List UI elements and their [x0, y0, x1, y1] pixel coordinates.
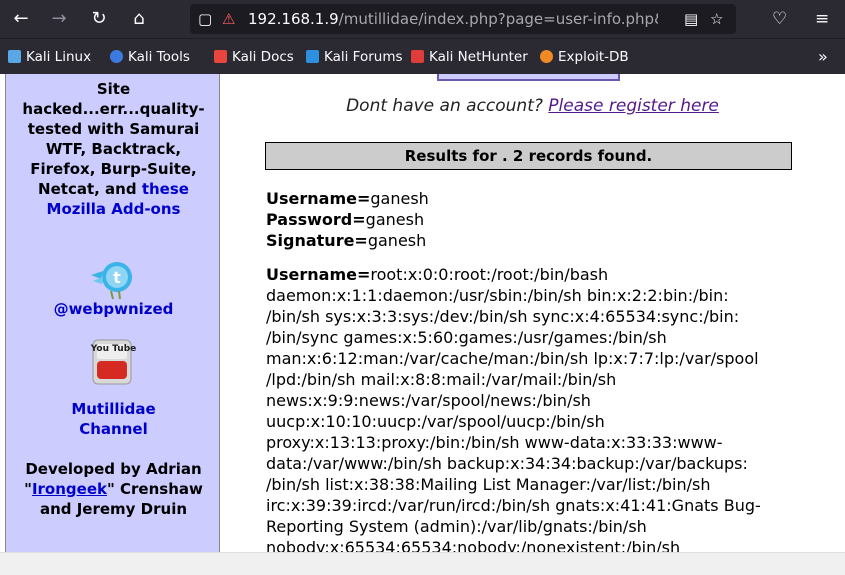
kali-dragon-icon — [8, 50, 21, 63]
sidebar-line: tested with Samurai — [27, 120, 200, 138]
bookmark-kali-forums[interactable]: Kali Forums — [306, 39, 403, 75]
quote-text: " — [24, 480, 32, 498]
record-line: /bin/sh list:x:38:38:Mailing List Manage… — [266, 475, 711, 494]
account-prompt: Dont have an account? Please register he… — [220, 96, 845, 116]
bookmark-kali-tools[interactable]: Kali Tools — [110, 39, 190, 75]
username-value: ganesh — [370, 189, 429, 208]
forward-arrow-icon[interactable]: → — [46, 6, 72, 32]
sidebar-line: Netcat, and these — [6, 179, 221, 199]
sidebar-line: Firefox, Burp-Suite, — [30, 160, 197, 178]
record-signature: Signature=ganesh — [266, 230, 806, 251]
kali-forums-icon — [306, 50, 319, 63]
signature-value: ganesh — [367, 231, 427, 250]
reader-view-icon[interactable]: ▤ — [684, 4, 698, 34]
password-value: ganesh — [365, 210, 425, 229]
bookmark-kali-docs[interactable]: Kali Docs — [214, 39, 294, 75]
url-host: 192.168.1.9 — [248, 10, 339, 28]
username-label: Username= — [266, 189, 371, 208]
menu-icon[interactable]: ≡ — [815, 6, 829, 32]
signature-label: Signature= — [266, 231, 368, 250]
sidebar-line: hacked...err...quality- — [22, 100, 205, 118]
record-2: Username=root:x:0:0:root:/root:/bin/bash… — [266, 264, 806, 552]
pocket-icon[interactable]: ♡ — [772, 6, 787, 32]
record-line: nobody:x:65534:65534:nobody:/nonexistent… — [266, 538, 681, 552]
reload-icon[interactable]: ↻ — [86, 6, 112, 32]
back-arrow-icon[interactable]: ← — [8, 6, 34, 32]
bookmark-exploit-db[interactable]: Exploit-DB — [540, 39, 629, 75]
horizontal-scrollbar[interactable] — [0, 552, 845, 575]
bookmark-label: Kali NetHunter — [429, 49, 528, 65]
developed-line: and Jeremy Druin — [39, 500, 188, 518]
bookmark-label: Kali Tools — [128, 49, 190, 65]
svg-text:t: t — [113, 268, 121, 287]
sidebar-line: WTF, Backtrack, — [45, 140, 182, 158]
developed-line: "Irongeek" Crenshaw — [6, 479, 221, 499]
record-line: uucp:x:10:10:uucp:/var/spool/uucp:/bin/s… — [266, 412, 605, 431]
insecure-lock-icon[interactable]: ⚠ — [222, 4, 235, 34]
bookmarks-bar: Kali Linux Kali Tools Kali Docs Kali For… — [0, 38, 845, 74]
developed-by-text: Developed by Adrian "Irongeek" Crenshaw … — [6, 459, 221, 519]
record-line: Reporting System (admin):/var/lib/gnats:… — [266, 517, 647, 536]
record-line: man:x:6:12:man:/var/cache/man:/bin/sh lp… — [266, 349, 759, 368]
record-line: data:/var/www:/bin/sh backup:x:34:34:bac… — [266, 454, 748, 473]
developed-line-text: " Crenshaw — [106, 480, 203, 498]
record-line: news:x:9:9:news:/var/spool/news:/bin/sh — [266, 391, 591, 410]
kali-docs-icon — [214, 50, 227, 63]
sidebar-tested-with-text: Site hacked...err...quality- tested with… — [6, 79, 221, 219]
developed-line: Developed by Adrian — [25, 460, 202, 478]
record-line: Username=root:x:0:0:root:/root:/bin/bash — [266, 264, 806, 285]
bookmark-label: Kali Docs — [232, 49, 294, 65]
username-value: root:x:0:0:root:/root:/bin/bash — [370, 265, 609, 284]
sidebar: Site hacked...err...quality- tested with… — [5, 74, 220, 552]
page-content: Site hacked...err...quality- tested with… — [0, 74, 845, 552]
record-line: daemon:x:1:1:daemon:/usr/sbin:/bin/sh bi… — [266, 286, 729, 305]
sidebar-line: Site — [96, 80, 131, 98]
twitter-bird-icon[interactable]: t — [89, 257, 135, 301]
channel-line: Channel — [79, 420, 148, 438]
url-bar[interactable]: ▢ ⚠ 192.168.1.9/mutillidae/index.php?pag… — [190, 4, 736, 34]
results-header: Results for . 2 records found. — [265, 142, 792, 170]
youtube-icon-text: You Tube — [90, 344, 137, 354]
bookmark-kali-linux[interactable]: Kali Linux — [8, 39, 91, 75]
bookmark-kali-nethunter[interactable]: Kali NetHunter — [411, 39, 528, 75]
record-line: proxy:x:13:13:proxy:/bin:/bin/sh www-dat… — [266, 433, 723, 452]
record-username: Username=ganesh — [266, 188, 806, 209]
kali-nethunter-icon — [411, 50, 424, 63]
kali-tools-icon — [110, 50, 123, 63]
register-link[interactable]: Please register here — [548, 96, 719, 116]
record-1: Username=ganesh Password=ganesh Signatur… — [266, 188, 806, 251]
browser-toolbar: ← → ↻ ⌂ ▢ ⚠ 192.168.1.9/mutillidae/index… — [0, 0, 845, 38]
bookmark-star-icon[interactable]: ☆ — [710, 4, 723, 34]
twitter-handle-link[interactable]: @webpwnized — [6, 299, 221, 319]
mozilla-addons-link[interactable]: Mozilla Add-ons — [6, 199, 221, 219]
url-text[interactable]: 192.168.1.9/mutillidae/index.php?page=us… — [248, 4, 658, 34]
mutillidae-channel-link[interactable]: Mutillidae Channel — [6, 399, 221, 439]
bookmarks-overflow-icon[interactable]: » — [818, 39, 828, 75]
home-icon[interactable]: ⌂ — [126, 6, 152, 32]
record-line: /bin/sync games:x:5:60:games:/usr/games:… — [266, 328, 667, 347]
sidebar-line-text: Netcat, and — [38, 180, 142, 198]
shield-icon[interactable]: ▢ — [198, 4, 212, 34]
these-link[interactable]: these — [142, 180, 189, 198]
account-prompt-text: Dont have an account? — [346, 96, 549, 116]
record-line: /lpd:/bin/sh mail:x:8:8:mail:/var/mail:/… — [266, 370, 617, 389]
exploit-db-icon — [540, 50, 553, 63]
record-line: /bin/sh sys:x:3:3:sys:/dev:/bin/sh sync:… — [266, 307, 740, 326]
bookmark-label: Kali Forums — [324, 49, 403, 65]
record-password: Password=ganesh — [266, 209, 806, 230]
channel-line: Mutillidae — [71, 400, 156, 418]
irongeek-link[interactable]: Irongeek — [32, 480, 107, 498]
username-label: Username= — [266, 265, 371, 284]
bookmark-label: Kali Linux — [26, 49, 92, 65]
url-path: /mutillidae/index.php?page=user-info.php… — [338, 10, 658, 28]
bookmark-label: Exploit-DB — [558, 49, 629, 65]
login-form-bottom-edge — [437, 74, 620, 81]
record-line: irc:x:39:39:ircd:/var/run/ircd:/bin/sh g… — [266, 496, 761, 515]
password-label: Password= — [266, 210, 366, 229]
